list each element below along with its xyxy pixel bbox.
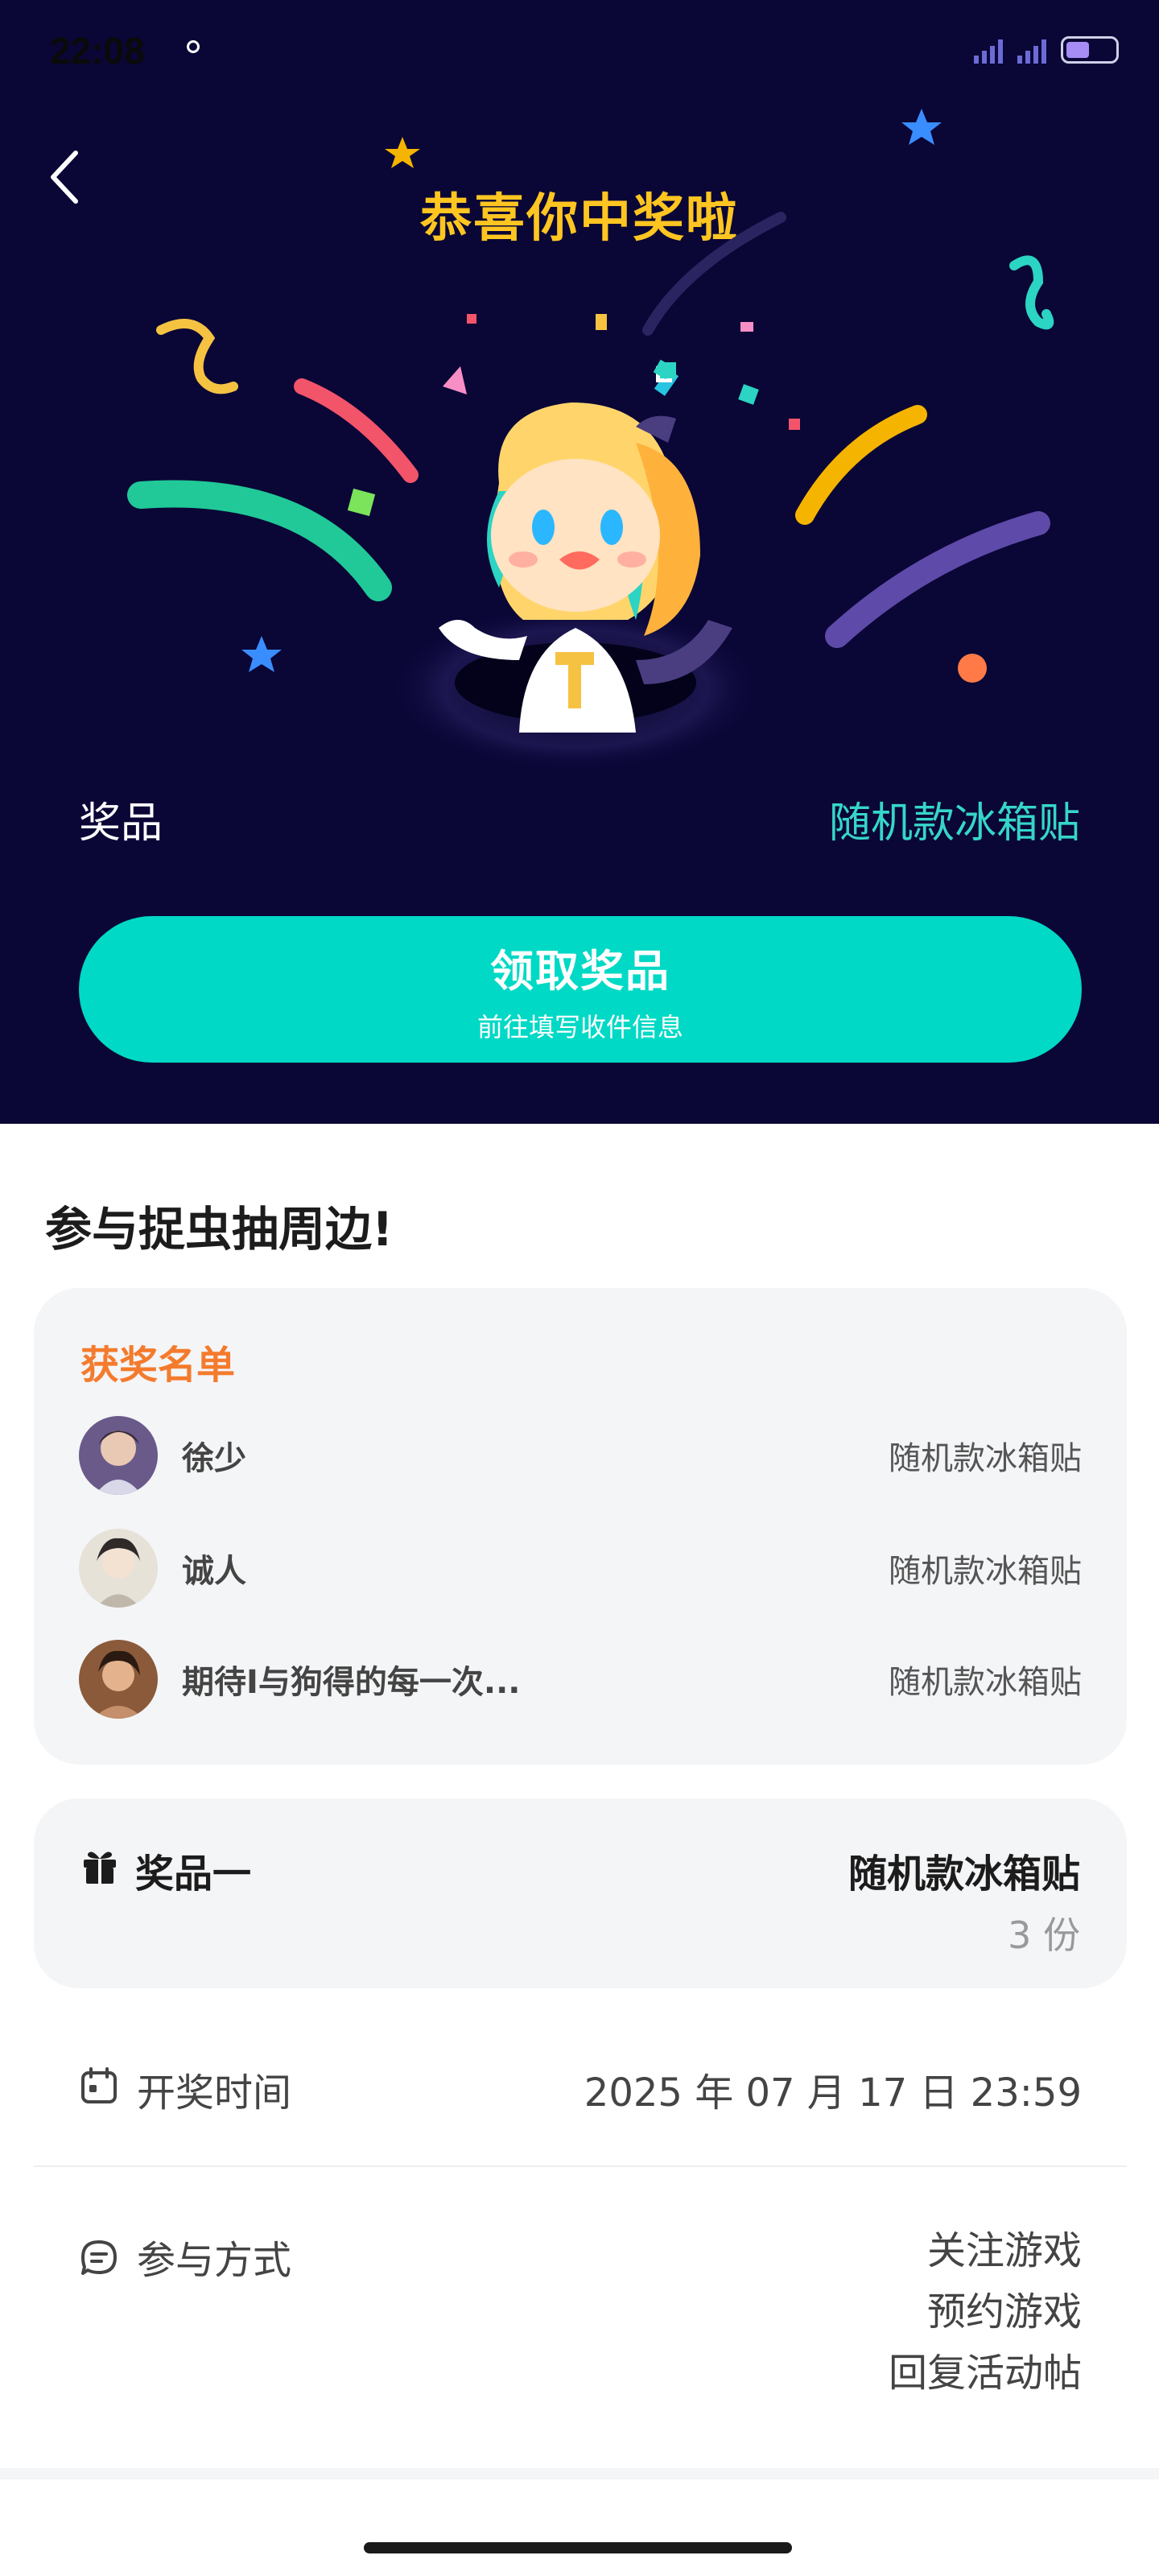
- participation-methods: 关注游戏 预约游戏 回复活动帖: [889, 2220, 1082, 2404]
- hero-banner: 22:08 恭喜你中奖啦 奖品 随机款冰箱贴 领取奖品 前往填写收件信息: [0, 0, 1159, 1124]
- claim-prize-label: 领取奖品: [490, 945, 670, 997]
- claim-prize-subtitle: 前往填写收件信息: [476, 1011, 683, 1042]
- winner-prize: 随机款冰箱贴: [889, 1664, 1082, 1701]
- draw-time-value: 2025 年 07 月 17 日 23:59: [584, 2070, 1082, 2116]
- method-follow-game: 关注游戏: [926, 2228, 1082, 2273]
- battery-icon: [1061, 36, 1119, 64]
- status-notification-icon: [187, 40, 200, 53]
- prize-tier-label: 奖品一: [135, 1852, 252, 1897]
- prize-value: 随机款冰箱贴: [828, 799, 1080, 848]
- claim-prize-button[interactable]: 领取奖品 前往填写收件信息: [79, 916, 1082, 1063]
- winner-row[interactable]: 期待I与狗得的每一次... 随机款冰箱贴: [79, 1639, 1082, 1719]
- chat-bubble-icon: [81, 2240, 117, 2275]
- signal-icon-2: [1017, 36, 1046, 64]
- activity-details: 参与捉虫抽周边! 获奖名单 徐少 随机款冰箱贴 诚人 随机款冰箱贴 期待I与狗得…: [0, 1124, 1159, 2576]
- bottom-separator: [0, 2468, 1159, 2479]
- winner-prize: 随机款冰箱贴: [889, 1440, 1082, 1477]
- status-bar: 22:08: [0, 0, 1159, 101]
- avatar: [79, 1529, 158, 1608]
- participation-row: 参与方式 关注游戏 预约游戏 回复活动帖: [79, 2228, 1082, 2421]
- winner-prize: 随机款冰箱贴: [889, 1553, 1082, 1590]
- avatar: [79, 1640, 158, 1719]
- status-icons: [974, 32, 1119, 68]
- method-reply-post: 回复活动帖: [888, 2351, 1082, 2396]
- winner-row[interactable]: 诚人 随机款冰箱贴: [79, 1528, 1082, 1608]
- winner-name: 诚人: [182, 1553, 246, 1590]
- prize-label: 奖品: [79, 799, 163, 848]
- winners-title: 获奖名单: [80, 1343, 236, 1388]
- winners-card: 获奖名单 徐少 随机款冰箱贴 诚人 随机款冰箱贴 期待I与狗得的每一次... 随…: [34, 1288, 1127, 1765]
- status-time: 22:08: [50, 30, 145, 72]
- method-reserve-game: 预约游戏: [926, 2289, 1082, 2334]
- home-indicator[interactable]: [364, 2542, 792, 2553]
- winner-row[interactable]: 徐少 随机款冰箱贴: [79, 1415, 1082, 1496]
- prize-detail-card: 奖品一 随机款冰箱贴 3 份: [34, 1798, 1127, 1988]
- participation-label: 参与方式: [137, 2238, 292, 2283]
- calendar-icon: [81, 2067, 117, 2103]
- draw-time-row: 开奖时间 2025 年 07 月 17 日 23:59: [79, 2054, 1082, 2119]
- prize-name: 随机款冰箱贴: [848, 1852, 1080, 1897]
- prize-count: 3 份: [1008, 1913, 1080, 1957]
- mascot-illustration: [121, 105, 1087, 789]
- divider: [34, 2165, 1127, 2167]
- draw-time-label: 开奖时间: [137, 2070, 292, 2116]
- signal-icon: [974, 36, 1003, 64]
- activity-title: 参与捉虫抽周边!: [45, 1202, 394, 1257]
- winner-name: 徐少: [182, 1440, 246, 1477]
- winner-name: 期待I与狗得的每一次...: [182, 1664, 521, 1701]
- avatar: [79, 1416, 158, 1495]
- gift-icon: [84, 1852, 116, 1884]
